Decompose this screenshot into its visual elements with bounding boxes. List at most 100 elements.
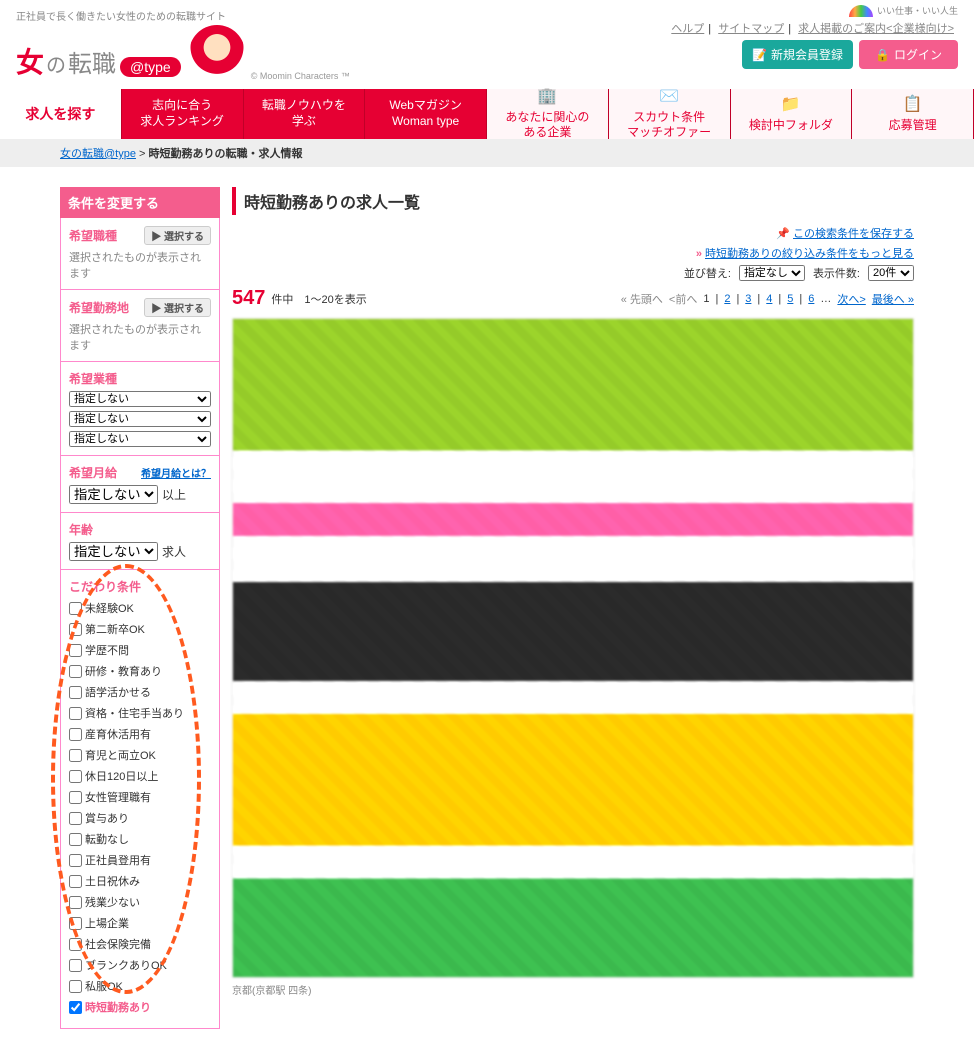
salary-help-link[interactable]: 希望月給とは？ [141, 465, 211, 480]
filter-salary-title: 希望月給 [69, 464, 117, 481]
nav-tab-scout[interactable]: ✉️スカウト条件マッチオファー [609, 89, 731, 139]
pager: 547 件中 1～20を表示 « 先頭へ <前へ 1 | 2 | 3 | 4 |… [232, 287, 914, 310]
pager-prev[interactable]: <前へ [669, 291, 697, 307]
condition-item[interactable]: 産育休活用有 [69, 726, 211, 742]
condition-item[interactable]: 上場企業 [69, 915, 211, 931]
employer-link[interactable]: 求人掲載のご案内<企業様向け> [798, 23, 954, 35]
condition-checkbox[interactable] [69, 749, 82, 762]
nav-tab-knowhow[interactable]: 転職ノウハウを学ぶ [244, 89, 366, 139]
salary-select[interactable]: 指定しない [69, 485, 158, 504]
register-icon: 📝 [752, 48, 767, 62]
condition-checkbox[interactable] [69, 665, 82, 678]
condition-item[interactable]: 転勤なし [69, 831, 211, 847]
pager-page-6[interactable]: 6 [808, 293, 814, 305]
pager-page-2[interactable]: 2 [724, 293, 730, 305]
condition-item[interactable]: 第二新卒OK [69, 621, 211, 637]
site-logo[interactable]: 女 の 転職 @type © Moomin Characters ™ [16, 25, 350, 81]
logo-badge: @type [120, 57, 181, 77]
pager-page-4[interactable]: 4 [766, 293, 772, 305]
location-select-button[interactable]: ▶ 選択する [144, 298, 211, 317]
industry-select-1[interactable]: 指定しない [69, 391, 211, 407]
perpage-select[interactable]: 20件 [868, 265, 914, 281]
condition-item[interactable]: 正社員登用有 [69, 852, 211, 868]
condition-checkbox[interactable] [69, 854, 82, 867]
condition-item[interactable]: 育児と両立OK [69, 747, 211, 763]
condition-item[interactable]: 賞与あり [69, 810, 211, 826]
condition-item[interactable]: 私服OK [69, 978, 211, 994]
condition-label: 転勤なし [85, 831, 129, 847]
condition-checkbox[interactable] [69, 686, 82, 699]
industry-select-2[interactable]: 指定しない [69, 411, 211, 427]
nav-tab-search[interactable]: 求人を探す [0, 89, 122, 139]
condition-checkbox[interactable] [69, 1001, 82, 1014]
save-search-link[interactable]: この検索条件を保存する [793, 228, 914, 240]
register-button[interactable]: 📝 新規会員登録 [742, 40, 853, 69]
pager-last[interactable]: 最後へ » [872, 291, 914, 307]
condition-checkbox[interactable] [69, 917, 82, 930]
condition-label: 第二新卒OK [85, 621, 145, 637]
nav-tab-magazine[interactable]: WebマガジンWoman type [365, 89, 487, 139]
condition-checkbox[interactable] [69, 833, 82, 846]
condition-label: 女性管理職有 [85, 789, 151, 805]
jobtype-select-button[interactable]: ▶ 選択する [144, 226, 211, 245]
sort-select[interactable]: 指定なし [739, 265, 805, 281]
industry-select-3[interactable]: 指定しない [69, 431, 211, 447]
age-select[interactable]: 指定しない [69, 542, 158, 561]
nav-tab-apply[interactable]: 📋応募管理 [852, 89, 974, 139]
condition-item[interactable]: 社会保険完備 [69, 936, 211, 952]
nav-tab-ranking[interactable]: 志向に合う求人ランキング [122, 89, 244, 139]
sort-label: 並び替え: [684, 265, 731, 281]
login-button[interactable]: 🔒 ログイン [859, 40, 958, 69]
condition-checkbox[interactable] [69, 875, 82, 888]
save-search-icon: 📌 [776, 228, 790, 240]
condition-label: ブランクありOK [85, 957, 167, 973]
condition-item[interactable]: 未経験OK [69, 600, 211, 616]
page-title: 時短勤務ありの求人一覧 [232, 187, 914, 215]
sitemap-link[interactable]: サイトマップ [718, 23, 784, 35]
condition-label: 正社員登用有 [85, 852, 151, 868]
breadcrumb: 女の転職@type > 時短勤務ありの転職・求人情報 [0, 139, 974, 167]
folder-icon: 📁 [781, 95, 801, 116]
pager-next[interactable]: 次へ> [837, 291, 865, 307]
condition-item[interactable]: ブランクありOK [69, 957, 211, 973]
condition-checkbox[interactable] [69, 644, 82, 657]
condition-checkbox[interactable] [69, 812, 82, 825]
condition-item[interactable]: 時短勤務あり [69, 999, 211, 1015]
jobtype-placeholder: 選択されたものが表示されます [69, 249, 211, 281]
pager-first[interactable]: « 先頭へ [621, 291, 663, 307]
condition-item[interactable]: 資格・住宅手当あり [69, 705, 211, 721]
results-area-blurred [232, 318, 914, 978]
condition-checkbox[interactable] [69, 959, 82, 972]
rainbow-icon [849, 5, 873, 17]
condition-item[interactable]: 語学活かせる [69, 684, 211, 700]
condition-label: 私服OK [85, 978, 123, 994]
condition-item[interactable]: 女性管理職有 [69, 789, 211, 805]
condition-checkbox[interactable] [69, 980, 82, 993]
condition-item[interactable]: 残業少ない [69, 894, 211, 910]
condition-item[interactable]: 学歴不問 [69, 642, 211, 658]
nav-tab-interest[interactable]: 🏢あなたに関心のある企業 [487, 89, 609, 139]
breadcrumb-home[interactable]: 女の転職@type [60, 148, 136, 160]
condition-checkbox[interactable] [69, 770, 82, 783]
condition-checkbox[interactable] [69, 791, 82, 804]
pager-page-5[interactable]: 5 [787, 293, 793, 305]
condition-item[interactable]: 研修・教育あり [69, 663, 211, 679]
condition-label: 賞与あり [85, 810, 129, 826]
pager-page-3[interactable]: 3 [745, 293, 751, 305]
condition-checkbox[interactable] [69, 896, 82, 909]
condition-checkbox[interactable] [69, 728, 82, 741]
condition-label: 上場企業 [85, 915, 129, 931]
condition-checkbox[interactable] [69, 707, 82, 720]
clipboard-icon: 📋 [903, 95, 923, 116]
age-suffix: 求人 [162, 543, 186, 560]
condition-checkbox[interactable] [69, 623, 82, 636]
top-utility-links: ヘルプ| サイトマップ| 求人掲載のご案内<企業様向け> [667, 20, 958, 36]
help-link[interactable]: ヘルプ [671, 23, 704, 35]
condition-item[interactable]: 土日祝休み [69, 873, 211, 889]
condition-item[interactable]: 休日120日以上 [69, 768, 211, 784]
logo-no: の [46, 49, 66, 78]
more-conditions-link[interactable]: 時短勤務ありの絞り込み条件をもっと見る [705, 248, 914, 260]
condition-label: 育児と両立OK [85, 747, 156, 763]
nav-tab-folder[interactable]: 📁検討中フォルダ [731, 89, 853, 139]
condition-checkbox[interactable] [69, 602, 82, 615]
